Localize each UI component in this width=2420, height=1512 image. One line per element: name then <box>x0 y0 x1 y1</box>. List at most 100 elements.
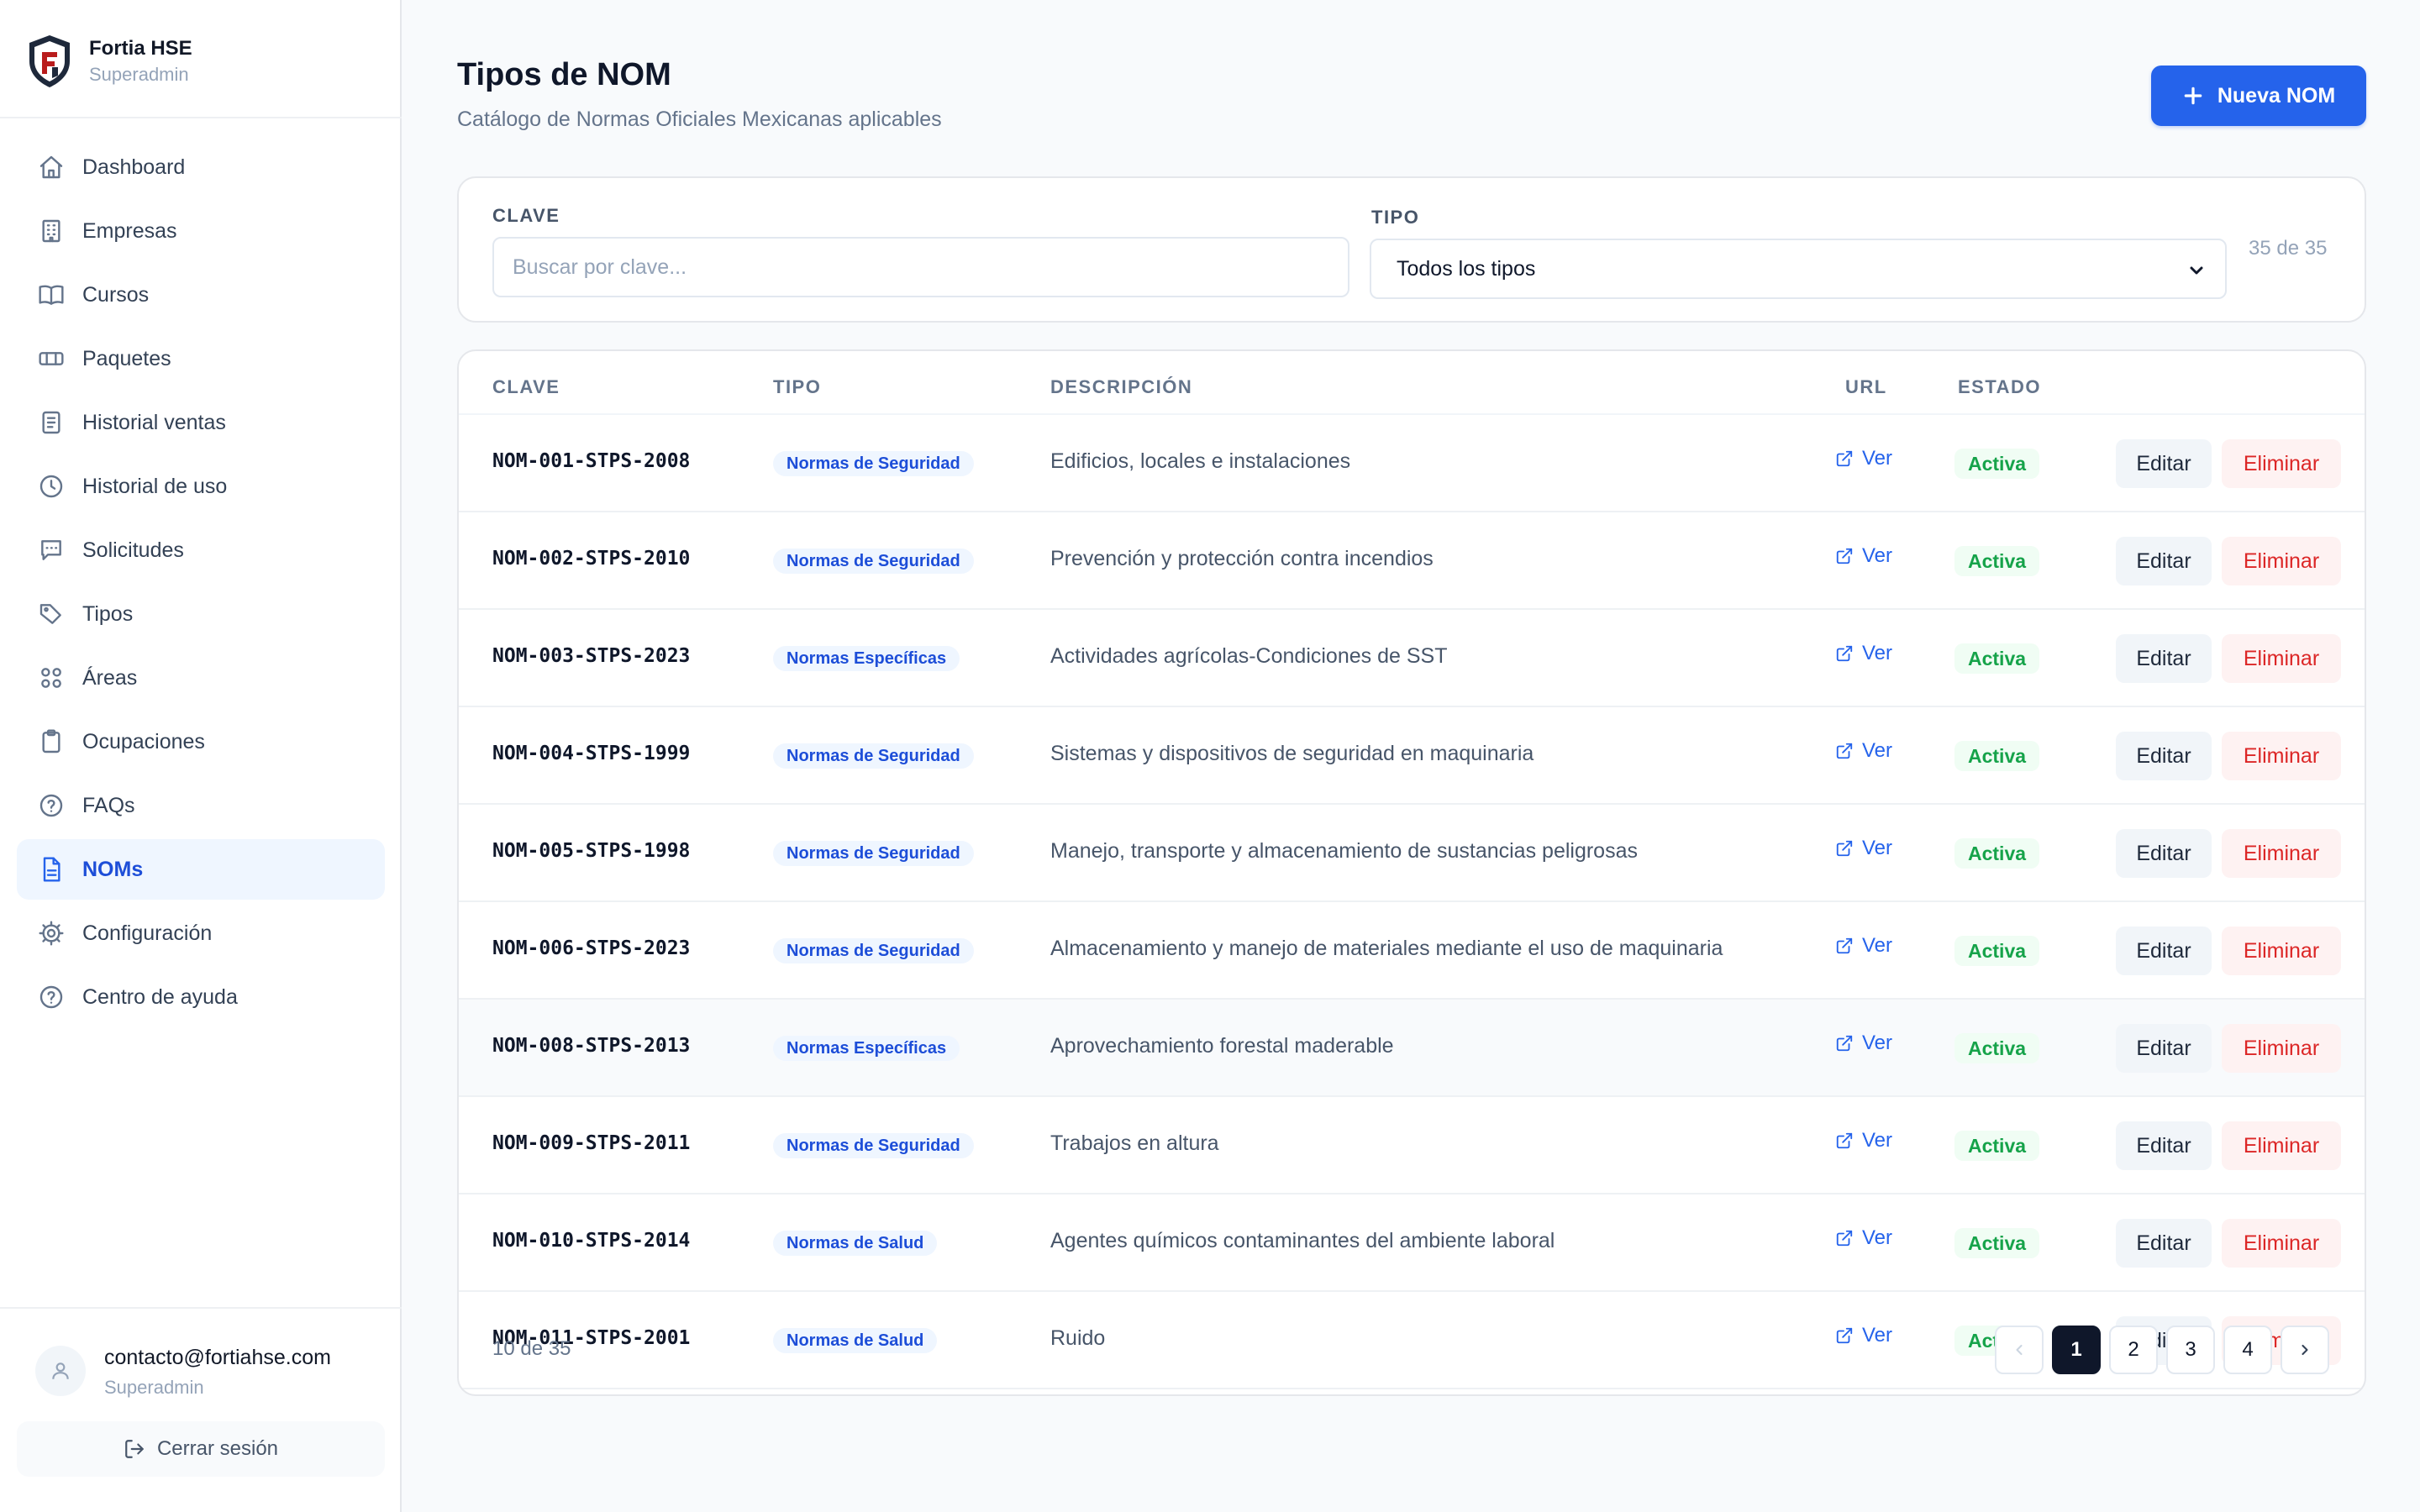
delete-button[interactable]: Eliminar <box>2222 927 2341 975</box>
delete-button[interactable]: Eliminar <box>2222 1024 2341 1073</box>
sidebar-item-label: FAQs <box>82 793 135 817</box>
tipo-badge: Normas de Salud <box>773 1328 938 1353</box>
logout-label: Cerrar sesión <box>156 1437 279 1460</box>
page-button[interactable]: 4 <box>2223 1326 2272 1374</box>
table-row: NOM-009-STPS-2011 Normas de Seguridad Trab… <box>459 1097 2365 1194</box>
delete-button[interactable]: Eliminar <box>2222 439 2341 488</box>
edit-button[interactable]: Editar <box>2116 829 2212 878</box>
sidebar-item-centro-ayuda[interactable]: Centro de ayuda <box>17 967 385 1027</box>
sidebar-item-label: Paquetes <box>82 346 171 370</box>
status-badge: Activa <box>1954 741 2040 771</box>
external-link-icon <box>1836 1327 1853 1344</box>
page-button[interactable]: 2 <box>2109 1326 2158 1374</box>
tipo-badge: Normas de Seguridad <box>773 743 974 769</box>
clave-filter-label: CLAVE <box>492 205 560 226</box>
sidebar-item-tipos[interactable]: Tipos <box>17 584 385 644</box>
pagination-info: 10 de 35 <box>492 1337 571 1360</box>
sidebar-item-noms[interactable]: NOMs <box>17 839 385 900</box>
table-row: NOM-010-STPS-2014 Normas de Salud Agentes … <box>459 1194 2365 1292</box>
divider <box>0 1307 402 1309</box>
sidebar: Fortia HSE Superadmin Dashboard Empresas C… <box>0 0 402 1512</box>
view-url-link[interactable]: Ver <box>1835 934 1892 958</box>
clock-icon <box>37 472 66 501</box>
view-url-label: Ver <box>1862 1032 1893 1054</box>
view-url-link[interactable]: Ver <box>1835 642 1892 665</box>
external-link-icon <box>1836 937 1853 954</box>
view-url-link[interactable]: Ver <box>1835 1129 1892 1152</box>
view-url-label: Ver <box>1862 544 1893 567</box>
sidebar-item-configuracion[interactable]: Configuración <box>17 903 385 963</box>
nom-description: Sistemas y dispositivos de seguridad en … <box>1050 742 1534 765</box>
tipo-badge: Normas de Seguridad <box>773 938 974 963</box>
clave-search-input[interactable] <box>492 237 1349 297</box>
view-url-label: Ver <box>1862 642 1893 664</box>
logout-button[interactable]: Cerrar sesión <box>17 1421 385 1477</box>
nom-description: Ruido <box>1050 1326 1106 1350</box>
pagination: 1234 <box>1995 1326 2329 1374</box>
tipo-badge: Normas de Salud <box>773 1231 938 1256</box>
sidebar-item-label: Empresas <box>82 218 177 243</box>
sidebar-item-label: Configuración <box>82 921 213 945</box>
sidebar-item-areas[interactable]: Áreas <box>17 648 385 708</box>
sidebar-item-historial-uso[interactable]: Historial de uso <box>17 456 385 517</box>
delete-button[interactable]: Eliminar <box>2222 732 2341 780</box>
edit-button[interactable]: Editar <box>2116 439 2212 488</box>
view-url-label: Ver <box>1862 447 1893 470</box>
prev-page-button[interactable] <box>1995 1326 2044 1374</box>
table-row: NOM-005-STPS-1998 Normas de Seguridad Mane… <box>459 805 2365 902</box>
nom-clave: NOM-010-STPS-2014 <box>492 1230 691 1252</box>
sidebar-item-cursos[interactable]: Cursos <box>17 265 385 325</box>
sidebar-item-label: Ocupaciones <box>82 729 205 753</box>
delete-button[interactable]: Eliminar <box>2222 1219 2341 1268</box>
chevron-down-icon <box>2190 266 2203 275</box>
view-url-link[interactable]: Ver <box>1835 1324 1892 1347</box>
page-button[interactable]: 3 <box>2166 1326 2215 1374</box>
sidebar-item-solicitudes[interactable]: Solicitudes <box>17 520 385 580</box>
nom-clave: NOM-008-STPS-2013 <box>492 1035 691 1057</box>
help-circle-icon <box>37 983 66 1011</box>
status-badge: Activa <box>1954 1033 2040 1063</box>
delete-button[interactable]: Eliminar <box>2222 537 2341 585</box>
status-badge: Activa <box>1954 546 2040 576</box>
sidebar-item-empresas[interactable]: Empresas <box>17 201 385 261</box>
sidebar-item-dashboard[interactable]: Dashboard <box>17 137 385 197</box>
view-url-link[interactable]: Ver <box>1835 1226 1892 1250</box>
page-subtitle: Catálogo de Normas Oficiales Mexicanas a… <box>457 108 942 131</box>
new-nom-button[interactable]: Nueva NOM <box>2151 66 2366 126</box>
view-url-link[interactable]: Ver <box>1835 1032 1892 1055</box>
sidebar-item-label: Tipos <box>82 601 134 626</box>
tipo-badge: Normas Específicas <box>773 1036 960 1061</box>
tipo-select[interactable]: Todos los tipos <box>1370 239 2227 299</box>
edit-button[interactable]: Editar <box>2116 1219 2212 1268</box>
external-link-icon <box>1836 840 1853 857</box>
sidebar-item-paquetes[interactable]: Paquetes <box>17 328 385 389</box>
column-header-estado: ESTADO <box>1958 376 2042 397</box>
page-button[interactable]: 1 <box>2052 1326 2101 1374</box>
edit-button[interactable]: Editar <box>2116 927 2212 975</box>
gear-icon <box>37 919 66 948</box>
edit-button[interactable]: Editar <box>2116 1024 2212 1073</box>
edit-button[interactable]: Editar <box>2116 1121 2212 1170</box>
edit-button[interactable]: Editar <box>2116 634 2212 683</box>
delete-button[interactable]: Eliminar <box>2222 1121 2341 1170</box>
delete-button[interactable]: Eliminar <box>2222 634 2341 683</box>
sidebar-item-historial-ventas[interactable]: Historial ventas <box>17 392 385 453</box>
external-link-icon <box>1836 1230 1853 1247</box>
chevron-left-icon <box>2016 1344 2023 1356</box>
table-row: NOM-002-STPS-2010 Normas de Seguridad Prev… <box>459 512 2365 610</box>
view-url-link[interactable]: Ver <box>1835 837 1892 860</box>
edit-button[interactable]: Editar <box>2116 537 2212 585</box>
view-url-link[interactable]: Ver <box>1835 447 1892 470</box>
sidebar-item-label: Cursos <box>82 282 150 307</box>
sidebar-item-ocupaciones[interactable]: Ocupaciones <box>17 711 385 772</box>
next-page-button[interactable] <box>2281 1326 2329 1374</box>
view-url-link[interactable]: Ver <box>1835 544 1892 568</box>
table-row: NOM-001-STPS-2008 Normas de Seguridad Edif… <box>459 415 2365 512</box>
delete-button[interactable]: Eliminar <box>2222 829 2341 878</box>
sidebar-item-label: Centro de ayuda <box>82 984 238 1009</box>
sidebar-item-faqs[interactable]: FAQs <box>17 775 385 836</box>
view-url-link[interactable]: Ver <box>1835 739 1892 763</box>
external-link-icon <box>1836 1035 1853 1052</box>
edit-button[interactable]: Editar <box>2116 732 2212 780</box>
nom-description: Trabajos en altura <box>1050 1131 1219 1155</box>
